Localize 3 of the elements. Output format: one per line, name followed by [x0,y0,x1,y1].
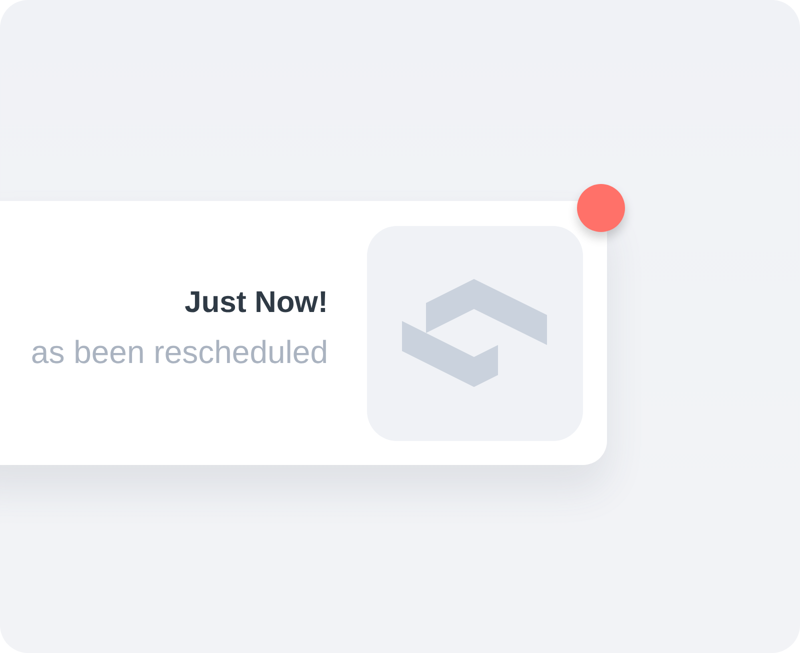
notification-title: Just Now! [184,286,328,320]
logo-icon [402,278,548,388]
notification-message: as been rescheduled [30,334,328,370]
